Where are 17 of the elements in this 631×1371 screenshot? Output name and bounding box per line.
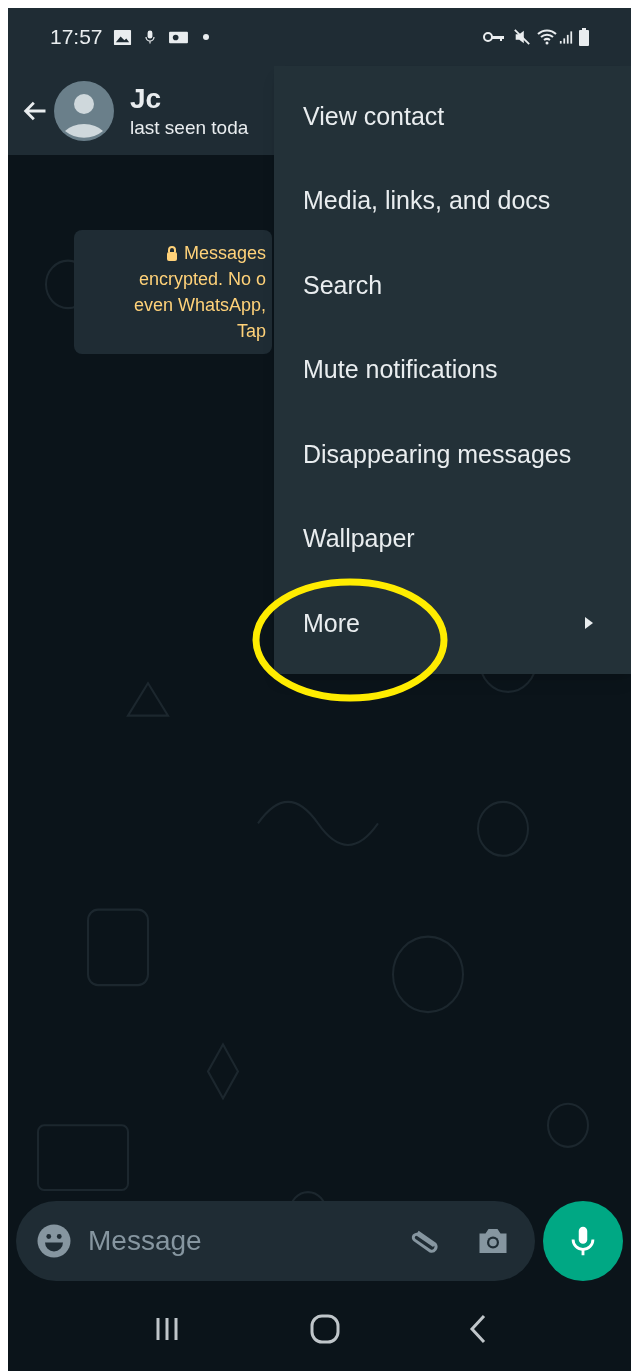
menu-item[interactable]: Wallpaper <box>274 496 631 581</box>
message-field[interactable]: Message <box>16 1201 535 1281</box>
encryption-notice[interactable]: Messages encrypted. No o even WhatsApp, Tap <box>74 230 272 354</box>
last-seen-text: last seen toda <box>130 115 249 140</box>
message-input[interactable]: Message <box>88 1220 409 1262</box>
menu-item[interactable]: Media, links, and docs <box>274 158 631 243</box>
menu-item[interactable]: Mute notifications <box>274 327 631 412</box>
menu-item[interactable]: Search <box>274 243 631 328</box>
notice-line: even WhatsApp, <box>133 294 266 317</box>
notice-line: encrypted. No o <box>138 268 266 291</box>
menu-item[interactable]: More <box>274 581 631 666</box>
contact-name[interactable]: Jc <box>130 81 249 116</box>
notice-line: Messages <box>183 242 266 265</box>
notice-line: Tap <box>236 320 266 343</box>
status-time: 17:57 <box>50 24 103 51</box>
menu-item[interactable]: View contact <box>274 74 631 159</box>
menu-item[interactable]: Disappearing messages <box>274 412 631 497</box>
